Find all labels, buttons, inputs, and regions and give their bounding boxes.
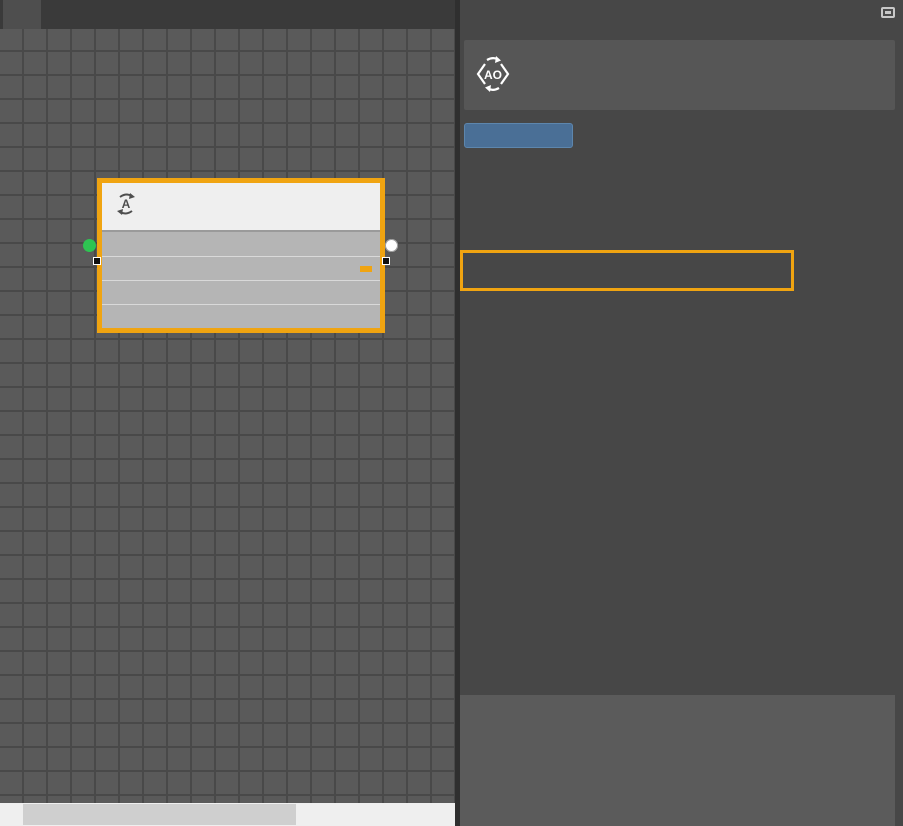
output-port[interactable]	[385, 239, 398, 252]
analog-point-icon: A	[114, 192, 138, 222]
scroll-left-arrow[interactable]	[0, 803, 22, 826]
node-row[interactable]	[102, 232, 380, 256]
wiresheet-canvas[interactable]: A	[0, 29, 455, 803]
resize-handle-left[interactable]	[93, 257, 101, 265]
svg-text:AO: AO	[484, 68, 502, 82]
horizontal-scrollbar[interactable]	[0, 803, 455, 826]
status-row-highlight	[460, 250, 794, 291]
object-card: AO	[464, 40, 895, 110]
table-empty-area	[460, 695, 895, 826]
node-row[interactable]	[102, 256, 380, 280]
document-tabbar	[0, 0, 455, 29]
set-button[interactable]	[464, 123, 573, 148]
input-port[interactable]	[83, 239, 96, 252]
error-badge	[360, 266, 372, 272]
tab-application[interactable]	[3, 0, 41, 29]
node-header[interactable]: A	[102, 183, 380, 232]
dock-window-icon[interactable]	[881, 7, 895, 18]
analog-output-icon: AO	[474, 55, 512, 96]
panel-header	[460, 0, 903, 24]
node-row-empty[interactable]	[102, 304, 380, 328]
object-properties-panel: AO	[460, 0, 903, 826]
scrollbar-thumb[interactable]	[23, 804, 296, 825]
svg-text:A: A	[122, 197, 131, 211]
node-row[interactable]	[102, 280, 380, 304]
resize-handle-right[interactable]	[382, 257, 390, 265]
analog-datapoint-node[interactable]: A	[97, 178, 385, 333]
